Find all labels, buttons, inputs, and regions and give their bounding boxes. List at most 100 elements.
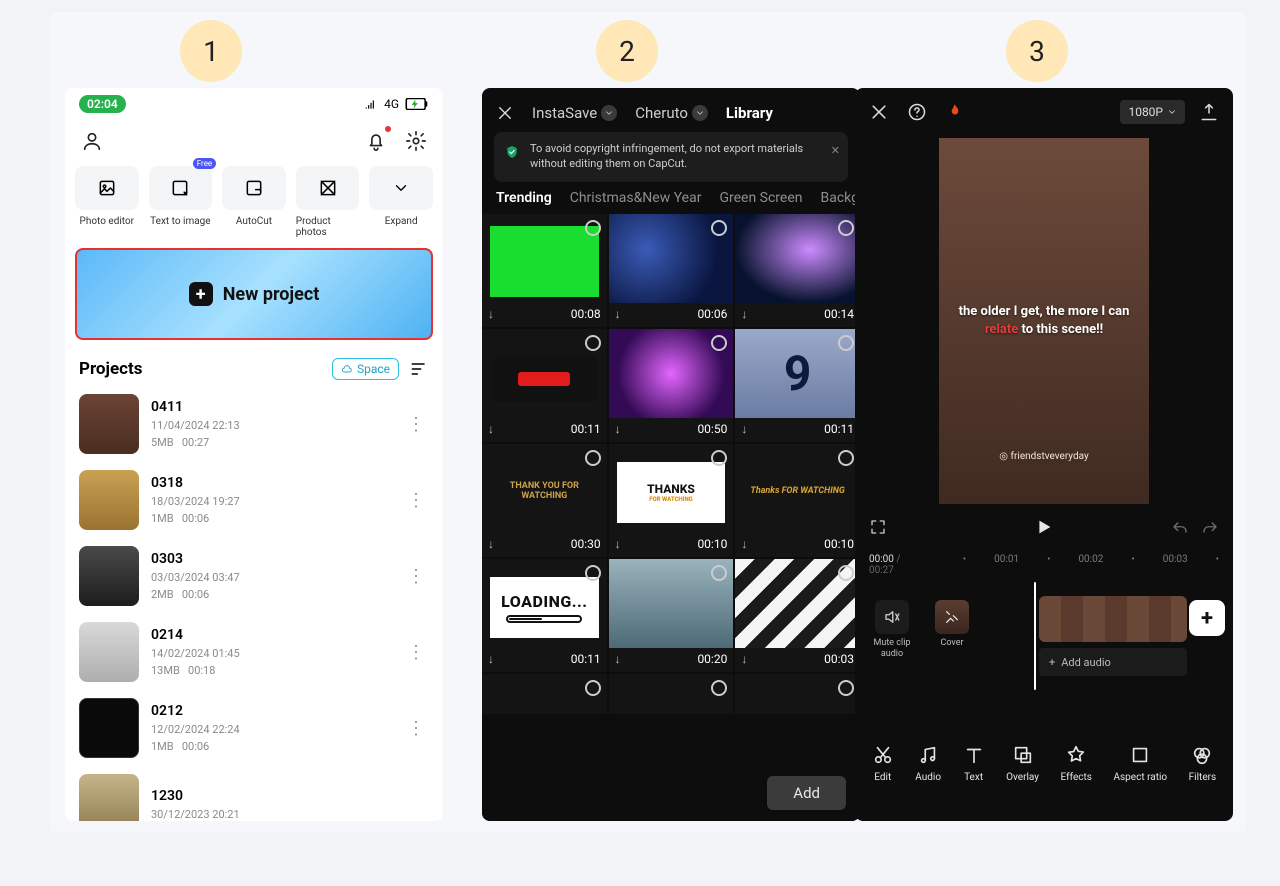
more-icon[interactable]: ⋮ xyxy=(403,490,429,511)
close-icon[interactable] xyxy=(496,104,514,122)
export-icon[interactable] xyxy=(1199,102,1219,122)
signal-icon xyxy=(364,97,378,111)
profile-icon[interactable] xyxy=(79,128,105,154)
transport-bar xyxy=(855,510,1233,548)
time-ruler: 00:00 / 00:27 •00:01•00:02•00:03• xyxy=(855,548,1233,576)
bell-icon[interactable] xyxy=(363,128,389,154)
playhead[interactable] xyxy=(1034,582,1036,690)
plus-icon: + xyxy=(189,282,213,306)
add-audio-button[interactable]: + Add audio xyxy=(1039,648,1187,676)
new-project-label: New project xyxy=(223,284,320,305)
add-button[interactable]: Add xyxy=(767,776,846,810)
project-item[interactable]: 123030/12/2023 20:21 xyxy=(65,766,443,821)
tool-aspect[interactable]: Aspect ratio xyxy=(1113,744,1167,783)
cat-trending[interactable]: Trending xyxy=(496,190,552,206)
clip-item[interactable]: ↓00:11 xyxy=(482,329,607,442)
projects-title: Projects xyxy=(79,359,142,379)
video-track[interactable] xyxy=(1039,596,1187,642)
clip-item[interactable]: ↓00:14 xyxy=(735,214,860,327)
resolution-button[interactable]: 1080P xyxy=(1120,100,1185,124)
editor-toolbar: Edit Audio Text Overlay Effects Aspect r… xyxy=(855,726,1233,793)
timeline[interactable]: Mute clip audio Cover + + Add audio xyxy=(855,582,1233,690)
project-item[interactable]: 021414/02/2024 01:4513MB 00:18⋮ xyxy=(65,614,443,690)
battery-icon xyxy=(405,98,429,110)
chevron-down-icon xyxy=(392,179,410,197)
more-icon[interactable]: ⋮ xyxy=(403,566,429,587)
mute-clip-button[interactable]: Mute clip audio xyxy=(869,600,915,660)
clip-item[interactable]: THANK YOU FOR WATCHING↓00:30 xyxy=(482,444,607,557)
app-bar xyxy=(65,110,443,162)
clip-item[interactable]: ↓00:03 xyxy=(735,559,860,672)
fullscreen-icon[interactable] xyxy=(869,518,887,540)
flame-icon[interactable] xyxy=(945,102,965,122)
add-clip-button[interactable]: + xyxy=(1189,600,1225,636)
more-icon[interactable]: ⋮ xyxy=(403,718,429,739)
phone-2: InstaSave Cheruto Library To avoid copyr… xyxy=(482,88,860,821)
status-right: 4G xyxy=(364,97,429,111)
tool-expand[interactable]: Expand xyxy=(369,166,433,238)
preview-tag: ◎ friendstveveryday xyxy=(999,451,1088,462)
source-cheruto[interactable]: Cheruto xyxy=(635,104,708,122)
copyright-warning: To avoid copyright infringement, do not … xyxy=(494,132,848,182)
dismiss-icon[interactable]: ✕ xyxy=(831,144,840,159)
add-bar: Add xyxy=(482,765,860,821)
clip-item[interactable]: ↓00:20 xyxy=(609,559,734,672)
preview-caption: the older I get, the more I can relate t… xyxy=(949,303,1140,338)
space-button[interactable]: Space xyxy=(332,358,399,380)
clip-item[interactable] xyxy=(482,674,607,714)
clip-item[interactable] xyxy=(735,674,860,714)
step-badge-1: 1 xyxy=(180,20,242,82)
help-icon[interactable] xyxy=(907,102,927,122)
step-badge-2: 2 xyxy=(596,20,658,82)
product-photo-icon xyxy=(318,178,338,198)
new-project-button[interactable]: + New project xyxy=(75,248,433,340)
project-item[interactable]: 021212/02/2024 22:241MB 00:06⋮ xyxy=(65,690,443,766)
phone-3: 1080P the older I get, the more I can re… xyxy=(855,88,1233,821)
tool-text[interactable]: Text xyxy=(963,744,985,783)
clip-grid[interactable]: ↓00:08 ↓00:06 ↓00:14 ↓00:11 ↓00:50 9↓00:… xyxy=(482,214,860,714)
source-library[interactable]: Library xyxy=(726,104,773,122)
more-icon[interactable]: ⋮ xyxy=(403,414,429,435)
more-icon[interactable]: ⋮ xyxy=(403,642,429,663)
project-item[interactable]: 041111/04/2024 22:135MB 00:27⋮ xyxy=(65,386,443,462)
project-list[interactable]: 041111/04/2024 22:135MB 00:27⋮ 031818/03… xyxy=(65,386,443,821)
tool-effects[interactable]: Effects xyxy=(1061,744,1092,783)
video-preview[interactable]: the older I get, the more I can relate t… xyxy=(939,138,1149,504)
category-tabs[interactable]: Trending Christmas&New Year Green Screen… xyxy=(482,190,860,214)
sort-icon[interactable] xyxy=(409,359,429,379)
clip-item[interactable]: Thanks FOR WATCHING↓00:10 xyxy=(735,444,860,557)
clip-item[interactable] xyxy=(609,674,734,714)
tool-audio[interactable]: Audio xyxy=(915,744,941,783)
cat-xmas[interactable]: Christmas&New Year xyxy=(570,190,702,206)
shield-icon xyxy=(504,144,520,160)
play-button[interactable] xyxy=(1033,516,1055,542)
tool-edit[interactable]: Edit xyxy=(872,744,894,783)
photo-editor-icon xyxy=(97,178,117,198)
clip-item[interactable]: ↓00:06 xyxy=(609,214,734,327)
redo-icon[interactable] xyxy=(1201,520,1219,538)
autocut-icon xyxy=(244,178,264,198)
tool-autocut[interactable]: AutoCut xyxy=(222,166,286,238)
clip-item[interactable]: ↓00:50 xyxy=(609,329,734,442)
tool-filters[interactable]: Filters xyxy=(1189,744,1217,783)
clip-item[interactable]: LOADING...↓00:11 xyxy=(482,559,607,672)
tool-product[interactable]: Product photos xyxy=(296,166,360,238)
cat-green[interactable]: Green Screen xyxy=(719,190,802,206)
clip-item[interactable]: ↓00:08 xyxy=(482,214,607,327)
clip-item[interactable]: THANKSFOR WATCHING↓00:10 xyxy=(609,444,734,557)
settings-icon[interactable] xyxy=(403,128,429,154)
cover-button[interactable]: Cover xyxy=(935,600,969,660)
clip-item[interactable]: 9↓00:11 xyxy=(735,329,860,442)
tool-overlay[interactable]: Overlay xyxy=(1006,744,1039,783)
cloud-icon xyxy=(341,363,353,375)
project-item[interactable]: 030303/03/2024 03:472MB 00:06⋮ xyxy=(65,538,443,614)
project-item[interactable]: 031818/03/2024 19:271MB 00:06⋮ xyxy=(65,462,443,538)
cat-bg[interactable]: Backg xyxy=(821,190,860,206)
status-net: 4G xyxy=(384,97,399,111)
tool-text-image[interactable]: Free Text to image xyxy=(149,166,213,238)
close-icon[interactable] xyxy=(869,102,889,122)
undo-icon[interactable] xyxy=(1171,520,1189,538)
tool-photo-editor[interactable]: Photo editor xyxy=(75,166,139,238)
free-badge: Free xyxy=(193,158,216,169)
source-instasave[interactable]: InstaSave xyxy=(532,104,617,122)
